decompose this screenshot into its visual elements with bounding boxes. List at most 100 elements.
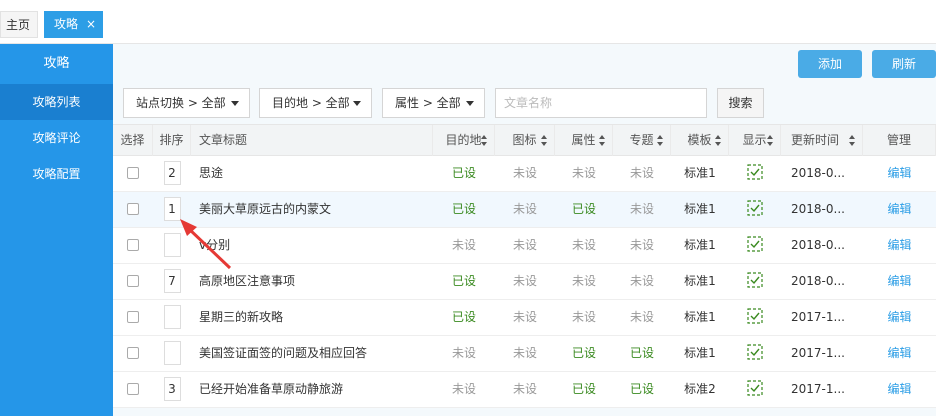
row-checkbox[interactable]	[127, 166, 139, 179]
sort-icon[interactable]	[599, 135, 606, 147]
col-topic[interactable]: 专题	[613, 125, 671, 156]
sidebar-item-guide-settings[interactable]: 攻略配置	[0, 156, 113, 192]
row-attribute-status[interactable]: 未设	[555, 228, 613, 263]
edit-link[interactable]: 编辑	[863, 156, 936, 191]
visible-check-icon[interactable]	[747, 236, 763, 252]
sort-icon[interactable]	[767, 135, 774, 147]
row-attribute-status[interactable]: 已设	[555, 372, 613, 407]
order-input[interactable]: 3	[163, 376, 181, 401]
row-checkbox[interactable]	[127, 382, 139, 395]
edit-link[interactable]: 编辑	[863, 228, 936, 263]
row-topic-status[interactable]: 未设	[613, 192, 671, 227]
sidebar-item-guide-list[interactable]: 攻略列表	[0, 84, 113, 120]
row-destination-status[interactable]: 未设	[433, 228, 495, 263]
row-topic-status[interactable]: 未设	[613, 228, 671, 263]
row-icon-status[interactable]: 未设	[495, 336, 555, 371]
visible-check-icon[interactable]	[747, 200, 763, 216]
visible-check-icon[interactable]	[747, 164, 763, 180]
table-row[interactable]: v分别 未设 未设 未设 未设 标准1 2018-0... 编辑	[113, 228, 936, 264]
table-row[interactable]: 7 高原地区注意事项 已设 未设 未设 未设 标准1 2018-0... 编辑	[113, 264, 936, 300]
order-input[interactable]	[163, 340, 181, 365]
table-header: 选择 排序 文章标题 目的地 图标 属性 专题 模板 显示 更新时间 管理	[113, 124, 936, 156]
article-name-search-input[interactable]	[495, 88, 707, 118]
row-order-cell	[153, 300, 191, 335]
order-input[interactable]	[163, 232, 181, 257]
row-icon-status[interactable]: 未设	[495, 192, 555, 227]
row-icon-status[interactable]: 未设	[495, 300, 555, 335]
sort-icon[interactable]	[657, 135, 664, 147]
row-destination-status[interactable]: 未设	[433, 336, 495, 371]
edit-link[interactable]: 编辑	[863, 300, 936, 335]
row-attribute-status[interactable]: 未设	[555, 264, 613, 299]
order-input[interactable]: 1	[163, 196, 181, 221]
edit-link[interactable]: 编辑	[863, 336, 936, 371]
visible-check-icon[interactable]	[747, 272, 763, 288]
col-icon[interactable]: 图标	[495, 125, 555, 156]
table-row[interactable]: 3 已经开始准备草原动静旅游 未设 未设 已设 已设 标准2 2017-1... 编辑	[113, 372, 936, 408]
table-row[interactable]: 1 美丽大草原远古的内蒙文 已设 未设 已设 未设 标准1 2018-0... 编辑	[113, 192, 936, 228]
row-attribute-status[interactable]: 未设	[555, 156, 613, 191]
col-manage: 管理	[863, 125, 936, 156]
attribute-dropdown[interactable]: 属性 > 全部	[382, 88, 485, 118]
sort-icon[interactable]	[481, 135, 488, 147]
row-checkbox[interactable]	[127, 346, 139, 359]
row-destination-status[interactable]: 已设	[433, 192, 495, 227]
row-icon-status[interactable]: 未设	[495, 264, 555, 299]
row-attribute-status[interactable]: 已设	[555, 336, 613, 371]
col-template[interactable]: 模板	[671, 125, 729, 156]
row-destination-status[interactable]: 已设	[433, 264, 495, 299]
sort-icon[interactable]	[541, 135, 548, 147]
edit-link[interactable]: 编辑	[863, 264, 936, 299]
search-button[interactable]: 搜索	[717, 88, 764, 118]
col-updated[interactable]: 更新时间	[781, 125, 863, 156]
row-topic-status[interactable]: 已设	[613, 372, 671, 407]
col-attribute[interactable]: 属性	[555, 125, 613, 156]
row-topic-status[interactable]: 已设	[613, 336, 671, 371]
article-table: 选择 排序 文章标题 目的地 图标 属性 专题 模板 显示 更新时间 管理 2 思…	[113, 124, 936, 408]
caret-down-icon	[231, 101, 239, 106]
site-switch-dropdown[interactable]: 站点切换 > 全部	[123, 88, 250, 118]
col-icon-label: 图标	[512, 133, 537, 147]
close-icon[interactable]: ×	[86, 11, 96, 38]
row-topic-status[interactable]: 未设	[613, 156, 671, 191]
row-destination-status[interactable]: 已设	[433, 300, 495, 335]
visible-check-icon[interactable]	[747, 344, 763, 360]
row-attribute-status[interactable]: 已设	[555, 192, 613, 227]
row-destination-status[interactable]: 未设	[433, 372, 495, 407]
row-topic-status[interactable]: 未设	[613, 300, 671, 335]
filter-bar: 站点切换 > 全部 目的地 > 全部 属性 > 全部 搜索	[113, 88, 936, 124]
table-row[interactable]: 星期三的新攻略 已设 未设 未设 未设 标准1 2017-1... 编辑	[113, 300, 936, 336]
table-row[interactable]: 2 思途 已设 未设 未设 未设 标准1 2018-0... 编辑	[113, 156, 936, 192]
add-button[interactable]: 添加	[798, 50, 862, 78]
row-checkbox[interactable]	[127, 238, 139, 251]
row-icon-status[interactable]: 未设	[495, 156, 555, 191]
row-order-cell	[153, 336, 191, 371]
row-destination-status[interactable]: 已设	[433, 156, 495, 191]
sidebar-item-guide-comments[interactable]: 攻略评论	[0, 120, 113, 156]
sort-icon[interactable]	[715, 135, 722, 147]
visible-check-icon[interactable]	[747, 380, 763, 396]
row-checkbox[interactable]	[127, 274, 139, 287]
visible-check-icon[interactable]	[747, 308, 763, 324]
row-checkbox[interactable]	[127, 202, 139, 215]
edit-link[interactable]: 编辑	[863, 372, 936, 407]
order-input[interactable]: 2	[163, 160, 181, 185]
row-checkbox[interactable]	[127, 310, 139, 323]
edit-link[interactable]: 编辑	[863, 192, 936, 227]
row-topic-status[interactable]: 未设	[613, 264, 671, 299]
row-attribute-status[interactable]: 未设	[555, 300, 613, 335]
col-destination[interactable]: 目的地	[433, 125, 495, 156]
destination-dropdown[interactable]: 目的地 > 全部	[259, 88, 372, 118]
sort-icon[interactable]	[849, 135, 856, 147]
row-select-cell	[113, 156, 153, 191]
order-input[interactable]: 7	[163, 268, 181, 293]
col-show[interactable]: 显示	[729, 125, 781, 156]
tab-guides[interactable]: 攻略 ×	[44, 11, 103, 38]
table-row[interactable]: 美国签证面签的问题及相应回答 未设 未设 已设 已设 标准1 2017-1... 编辑	[113, 336, 936, 372]
row-icon-status[interactable]: 未设	[495, 372, 555, 407]
row-icon-status[interactable]: 未设	[495, 228, 555, 263]
row-order-cell: 2	[153, 156, 191, 191]
refresh-button[interactable]: 刷新	[872, 50, 936, 78]
order-input[interactable]	[163, 304, 181, 329]
tab-home[interactable]: 主页	[0, 11, 38, 38]
